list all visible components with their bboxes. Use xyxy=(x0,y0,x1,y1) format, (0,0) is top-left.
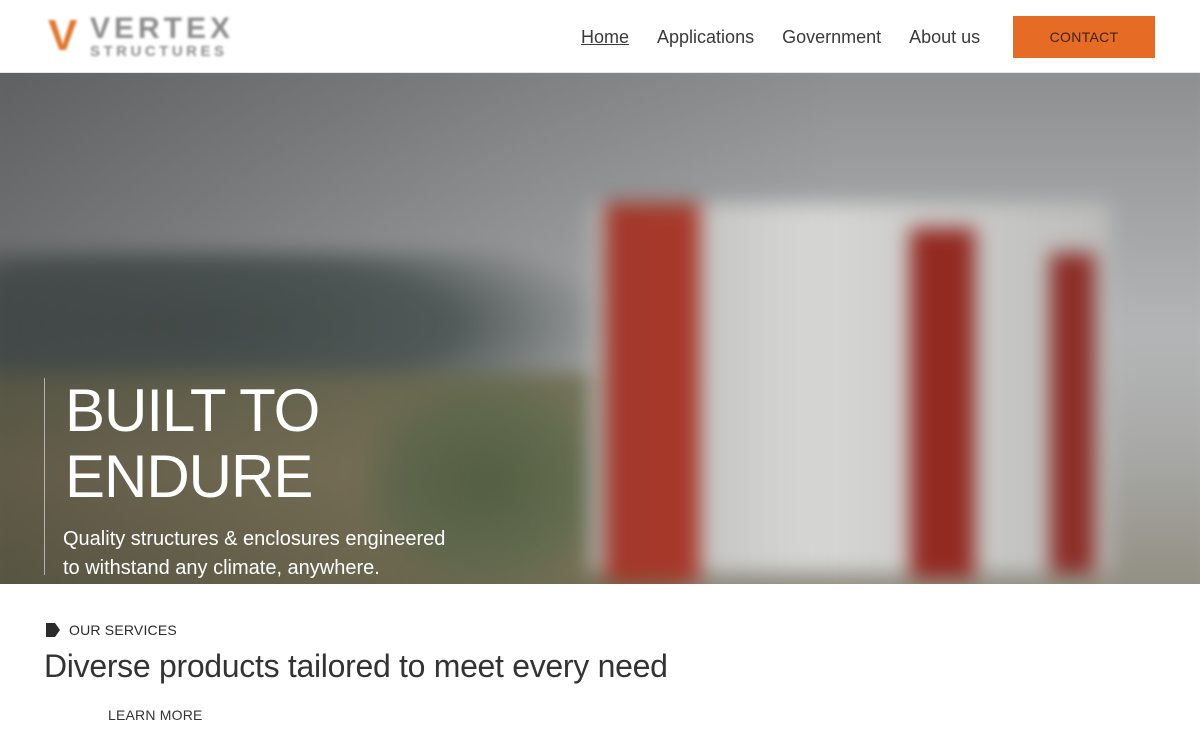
services-tag: OUR SERVICES xyxy=(45,621,177,639)
hero-title-line2: ENDURE xyxy=(65,443,313,510)
hero-banner: BUILT TO ENDURE Quality structures & enc… xyxy=(0,73,1200,584)
learn-more-link[interactable]: LEARN MORE xyxy=(108,707,203,723)
hero-subtitle-line1: Quality structures & enclosures engineer… xyxy=(63,528,446,550)
nav-government[interactable]: Government xyxy=(782,26,881,48)
main-nav: Home Applications Government About us xyxy=(581,25,980,49)
nav-home[interactable]: Home xyxy=(581,26,629,48)
services-heading: Diverse products tailored to meet every … xyxy=(44,648,668,684)
hero-subtitle-line2: to withstand any climate, anywhere. xyxy=(63,557,380,579)
hero-subtitle: Quality structures & enclosures engineer… xyxy=(63,525,483,583)
logo-wordmark: VERTEX xyxy=(90,12,235,45)
logo-subtitle: STRUCTURES xyxy=(90,43,228,60)
vertex-structures-logo[interactable]: V VERTEX STRUCTURES xyxy=(48,12,288,62)
site-header: V VERTEX STRUCTURES Home Applications Go… xyxy=(0,0,1200,73)
tag-icon xyxy=(46,623,60,637)
hero-divider xyxy=(44,378,45,575)
hero-title: BUILT TO ENDURE xyxy=(65,378,485,510)
contact-button[interactable]: CONTACT xyxy=(1013,16,1155,58)
nav-applications[interactable]: Applications xyxy=(657,26,754,48)
services-tag-label: OUR SERVICES xyxy=(69,622,177,638)
hero-title-line1: BUILT TO xyxy=(65,377,320,444)
nav-about-us[interactable]: About us xyxy=(909,26,980,48)
logo-mark: V xyxy=(48,11,78,60)
